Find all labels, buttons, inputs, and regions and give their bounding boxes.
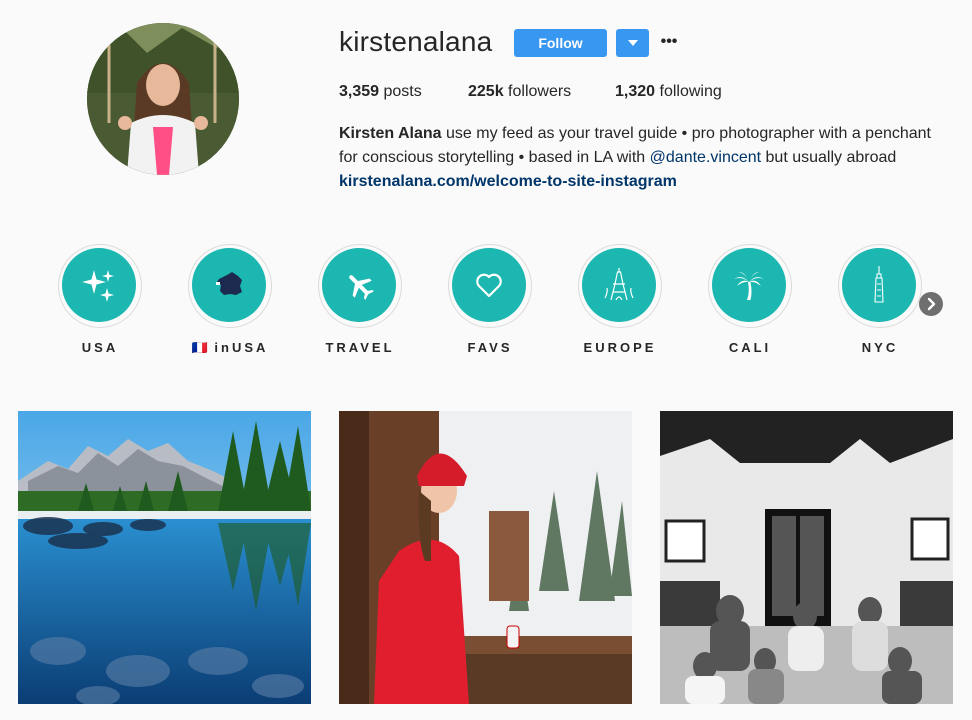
palm-tree-icon [712, 248, 786, 322]
highlight-label: USA [81, 340, 119, 355]
suggestions-dropdown-button[interactable] [616, 29, 649, 57]
france-map-icon [192, 248, 266, 322]
posts-count: 3,359 [339, 83, 380, 100]
posts-stat: 3,359 posts [339, 83, 422, 101]
heart-icon [452, 248, 526, 322]
highlight-label: NYC [861, 340, 899, 355]
highlight-label: EUROPE [583, 340, 657, 355]
highlight-label: TRAVEL [325, 340, 395, 355]
highlight-travel[interactable]: TRAVEL [318, 244, 402, 364]
highlight-label: FAVS [467, 340, 513, 355]
skyscraper-icon [842, 248, 916, 322]
profile-avatar[interactable] [87, 23, 239, 175]
followers-label: followers [508, 83, 572, 100]
caret-down-icon [628, 40, 638, 46]
follow-button[interactable]: Follow [514, 29, 607, 57]
highlight-label-text: inUSA [214, 340, 269, 355]
full-name: Kirsten Alana [339, 125, 442, 142]
post-thumbnail-1[interactable] [18, 411, 311, 704]
highlights-next-button[interactable] [919, 292, 943, 316]
following-label: following [659, 83, 722, 100]
following-count: 1,320 [615, 83, 656, 100]
username: kirstenalana [339, 26, 493, 57]
highlight-usa[interactable]: USA [58, 244, 142, 364]
highlight-label-inusa: 🇫🇷 inUSA [168, 340, 292, 356]
website-link[interactable]: kirstenalana.com/welcome-to-site-instagr… [339, 173, 677, 190]
post-thumbnail-3[interactable] [660, 411, 953, 704]
eiffel-tower-icon [582, 248, 656, 322]
profile-bio: Kirsten Alana use my feed as your travel… [339, 122, 939, 194]
highlight-nyc[interactable]: NYC [838, 244, 922, 364]
sparkles-icon [62, 248, 136, 322]
airplane-icon [322, 248, 396, 322]
highlight-cali[interactable]: CALI [708, 244, 792, 364]
more-options-button[interactable]: ••• [658, 30, 680, 54]
highlight-favs[interactable]: FAVS [448, 244, 532, 364]
bio-text-end: but usually abroad [761, 149, 897, 166]
following-stat[interactable]: 1,320 following [615, 83, 722, 101]
posts-label: posts [383, 83, 422, 100]
highlight-inusa[interactable]: 🇫🇷 inUSA [188, 244, 272, 364]
followers-stat[interactable]: 225k followers [468, 83, 571, 101]
post-thumbnail-2[interactable] [339, 411, 632, 704]
chevron-right-icon [927, 297, 936, 311]
highlight-label: CALI [728, 340, 772, 355]
highlight-europe[interactable]: EUROPE [578, 244, 662, 364]
followers-count: 225k [468, 83, 504, 100]
bio-mention-link[interactable]: @dante.vincent [650, 149, 761, 166]
france-flag-icon: 🇫🇷 [191, 340, 208, 355]
